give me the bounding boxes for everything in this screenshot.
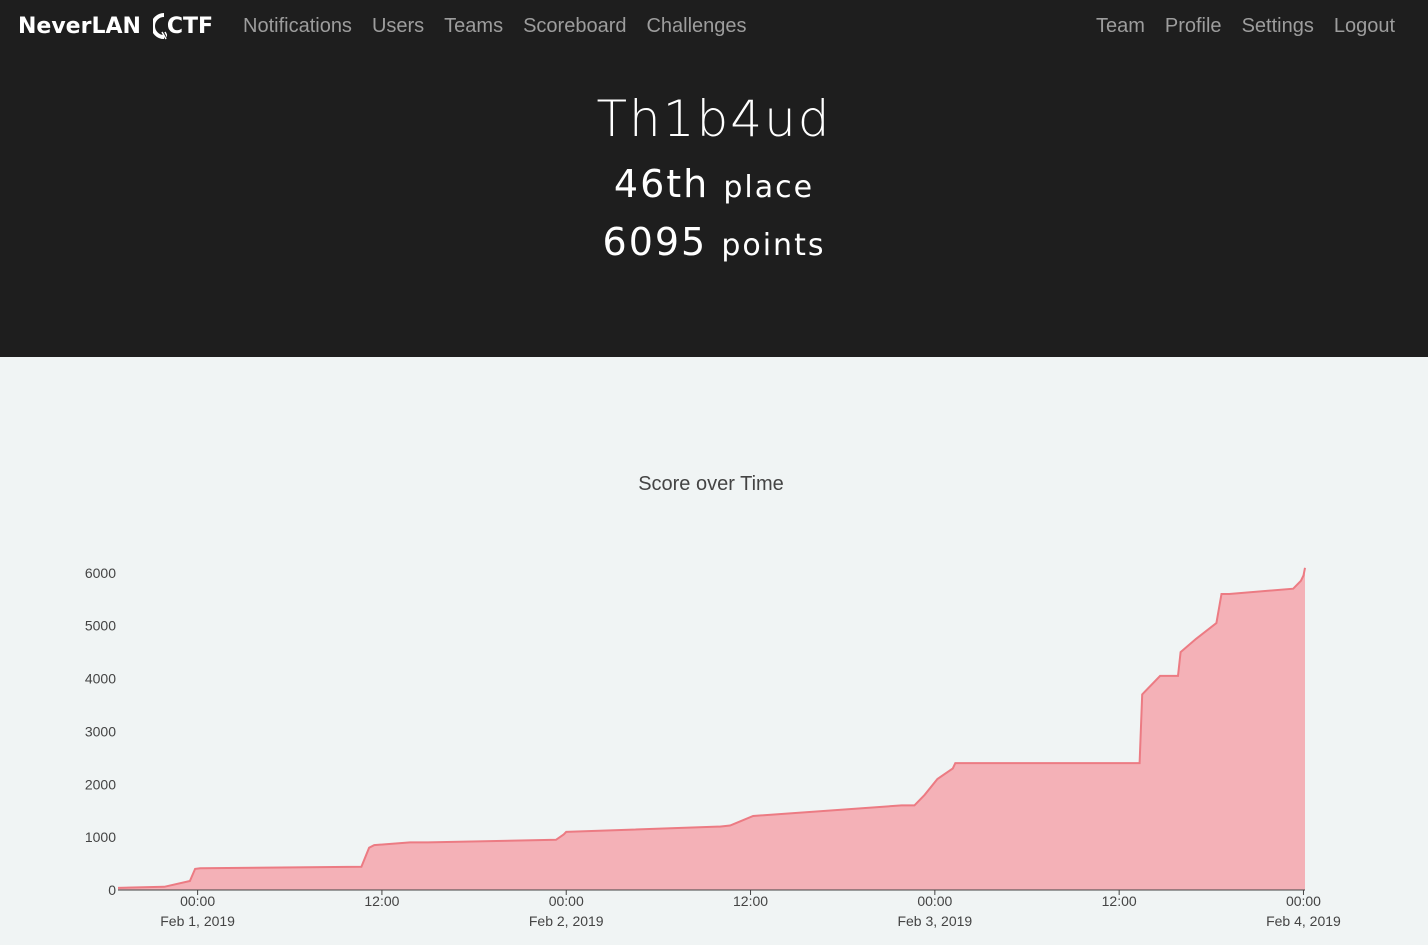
nav-right: Team Profile Settings Logout	[1086, 0, 1405, 52]
score-chart-container: Score over Time 0 1000 2000 3000 4000 5000 600…	[0, 357, 1428, 941]
x-tick-label: 00:00	[549, 893, 584, 909]
x-tick-label: 00:00	[1286, 893, 1321, 909]
x-tick-date-label: Feb 3, 2019	[897, 913, 972, 929]
nav-notifications-link[interactable]: Notifications	[233, 0, 362, 52]
nav-teams-link[interactable]: Teams	[434, 0, 513, 52]
wrench-icon	[152, 13, 167, 40]
y-tick-label: 1000	[85, 829, 116, 845]
brand-text: NeverLAN	[18, 13, 141, 39]
score-over-time-chart: Score over Time 0 1000 2000 3000 4000 5000 600…	[85, 473, 1341, 929]
nav-scoreboard-link[interactable]: Scoreboard	[513, 0, 636, 52]
y-tick-label: 0	[108, 882, 116, 898]
series-area	[117, 567, 1306, 890]
y-tick-label: 2000	[85, 776, 116, 792]
brand-logo[interactable]: NeverLAN CTF	[18, 8, 213, 44]
place-number: 46th	[613, 162, 710, 206]
user-points: 6095 points	[0, 220, 1428, 264]
user-rank: 46th place	[0, 162, 1428, 206]
x-tick-date-label: Feb 4, 2019	[1266, 913, 1341, 929]
user-name: Th1b4ud	[596, 90, 832, 148]
profile-header: Th1b4ud 46th place 6095 points	[0, 52, 1428, 357]
chart-title: Score over Time	[638, 473, 784, 495]
x-tick-date-label: Feb 1, 2019	[160, 913, 235, 929]
y-tick-label: 4000	[85, 671, 116, 687]
y-axis: 0 1000 2000 3000 4000 5000 6000	[85, 565, 116, 898]
x-axis: 00:00 Feb 1, 2019 12:00 00:00 Feb 2, 2019 12:…	[160, 890, 1341, 929]
x-tick-label: 00:00	[180, 893, 215, 909]
nav-challenges-link[interactable]: Challenges	[636, 0, 756, 52]
top-navbar: NeverLAN CTF Notifications Users Teams S…	[0, 0, 1428, 52]
place-label: place	[723, 170, 815, 205]
brand-ctf-text: CTF	[166, 13, 214, 39]
x-tick-label: 00:00	[917, 893, 952, 909]
nav-users-link[interactable]: Users	[362, 0, 434, 52]
x-tick-label: 12:00	[733, 893, 768, 909]
y-tick-label: 3000	[85, 723, 116, 739]
score-area	[118, 567, 1305, 890]
nav-left: Notifications Users Teams Scoreboard Cha…	[233, 0, 757, 52]
nav-settings-link[interactable]: Settings	[1232, 0, 1324, 52]
y-tick-label: 5000	[85, 618, 116, 634]
nav-logout-link[interactable]: Logout	[1324, 0, 1405, 52]
brand-ctf: CTF	[152, 12, 214, 40]
x-tick-date-label: Feb 2, 2019	[529, 913, 604, 929]
nav-profile-link[interactable]: Profile	[1155, 0, 1232, 52]
x-tick-label: 12:00	[364, 893, 399, 909]
points-number: 6095	[602, 220, 708, 264]
points-label: points	[721, 228, 826, 263]
x-tick-label: 12:00	[1102, 893, 1137, 909]
y-tick-label: 6000	[85, 565, 116, 581]
nav-team-link[interactable]: Team	[1086, 0, 1155, 52]
